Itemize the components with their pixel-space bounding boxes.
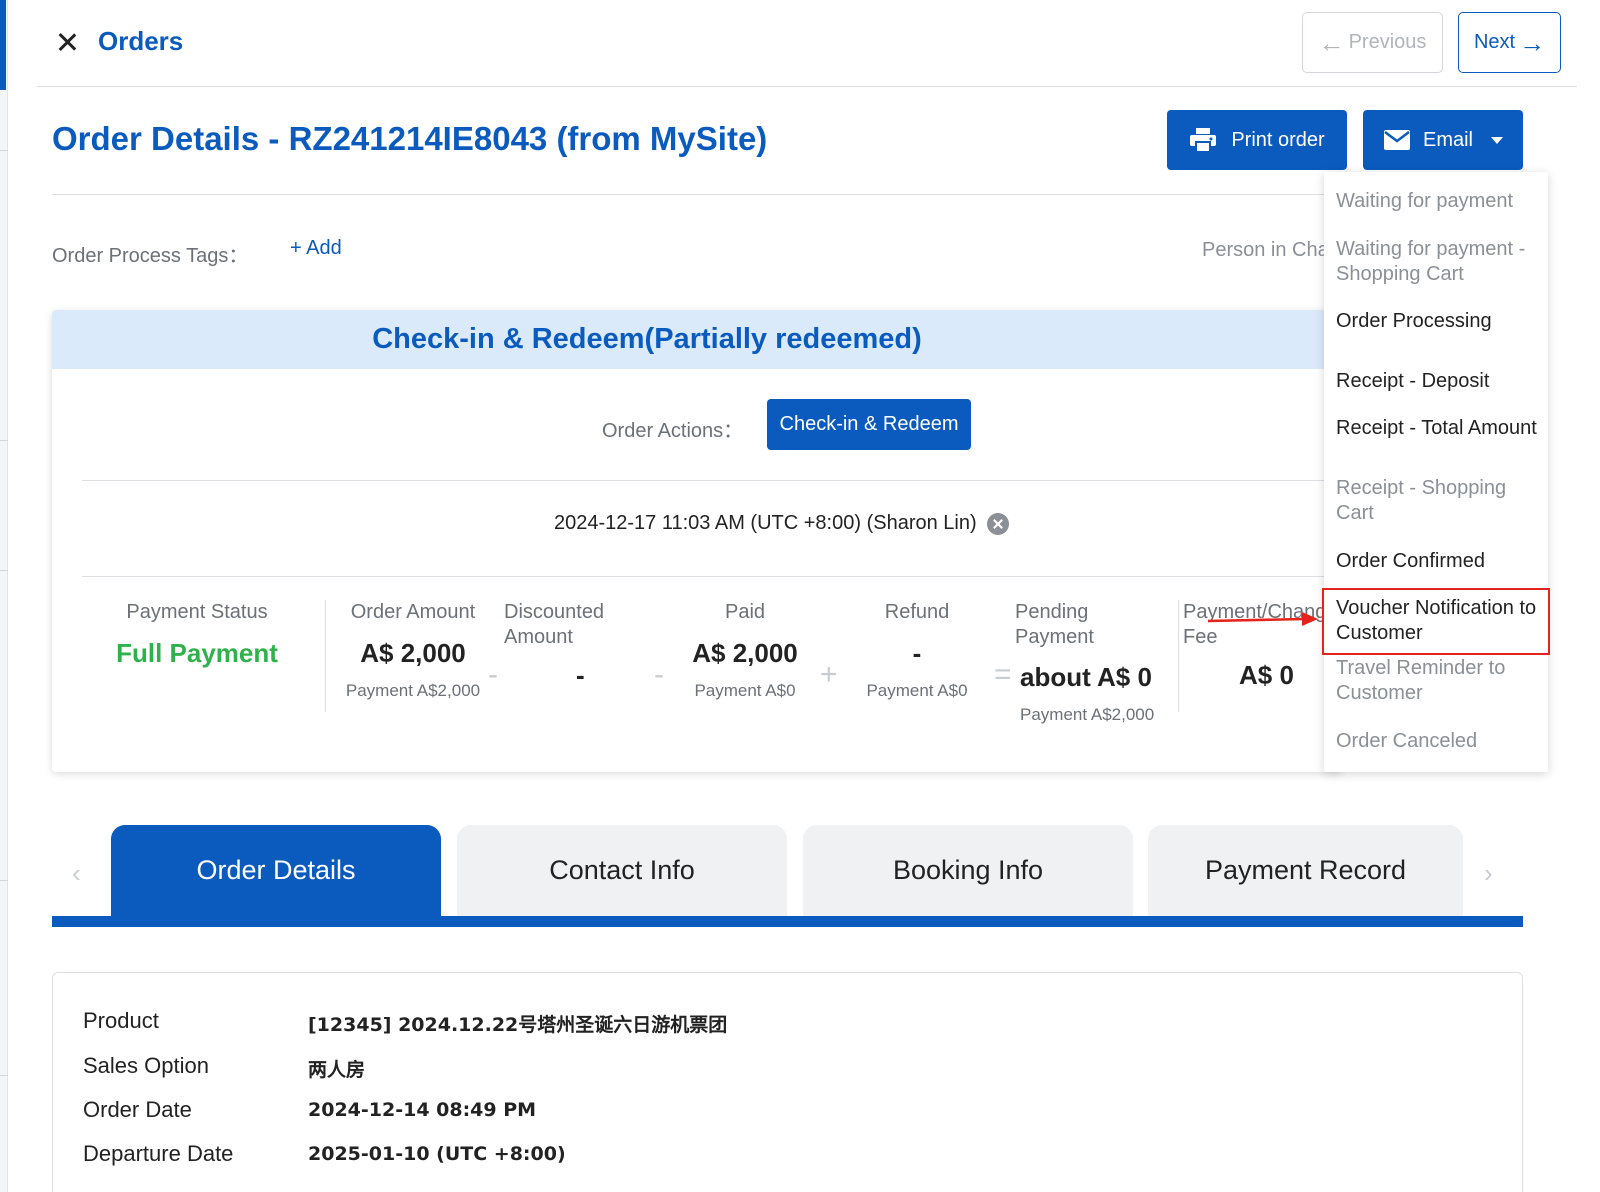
discounted-amount-col: Discounted Amount - <box>504 600 654 691</box>
tab-order-details[interactable]: Order Details <box>111 825 441 916</box>
email-label: Email <box>1422 128 1473 151</box>
caret-down-icon <box>1491 136 1503 144</box>
minus-operator: - <box>654 658 664 691</box>
pending-label-2: Payment <box>1015 626 1094 648</box>
detail-key: Order Date <box>83 1097 192 1122</box>
discounted-value: - <box>576 660 585 690</box>
print-order-button[interactable]: Print order <box>1167 110 1347 170</box>
fee-value: A$ 0 <box>1239 660 1294 690</box>
detail-key: Departure Date <box>83 1141 234 1166</box>
payment-status-col: Payment Status Full Payment <box>72 600 322 669</box>
order-status-card: Check-in & Redeem(Partially redeemed) Or… <box>52 310 1342 772</box>
tab-booking-info[interactable]: Booking Info <box>803 825 1133 916</box>
menu-item-order-processing[interactable]: Order Processing <box>1336 309 1542 334</box>
paid-value: A$ 2,000 <box>692 638 798 668</box>
order-amount-col: Order Amount A$ 2,000 Payment A$2,000 <box>338 600 488 701</box>
tab-underline <box>52 916 1523 927</box>
left-panel-divider <box>0 570 8 571</box>
menu-item-receipt-deposit[interactable]: Receipt - Deposit <box>1336 369 1542 394</box>
pointer-arrow-icon <box>1208 612 1318 626</box>
pending-payment-col: Pending Payment about A$ 0 Payment A$2,0… <box>1015 600 1175 725</box>
payment-status-label: Payment Status <box>126 601 268 623</box>
top-bar: Orders ← Previous Next → <box>37 0 1577 87</box>
checkin-redeem-button[interactable]: Check-in & Redeem <box>767 399 971 450</box>
order-process-tags-label: Order Process Tags： <box>52 245 249 267</box>
close-icon[interactable] <box>55 30 79 54</box>
detail-key: Product <box>83 1008 159 1033</box>
order-details-card: Product [12345] 2024.12.22号塔州圣诞六日游机票团 Sa… <box>52 972 1523 1192</box>
column-divider <box>325 600 326 712</box>
refund-label: Refund <box>884 601 950 623</box>
equals-operator: = <box>994 658 1012 691</box>
menu-item-waiting-for-payment-cart[interactable]: Waiting for payment - Shopping Cart <box>1336 237 1542 287</box>
person-in-charge-label: Person in Charge <box>1202 239 1324 261</box>
next-button[interactable]: Next → <box>1458 12 1561 73</box>
paid-label: Paid <box>724 601 766 623</box>
redeem-record: 2024-12-17 11:03 AM (UTC +8:00) (Sharon … <box>554 512 1009 535</box>
email-template-menu: Waiting for payment Waiting for payment … <box>1324 172 1548 772</box>
previous-label: Previous <box>1348 31 1427 53</box>
status-banner-text: Check-in & Redeem(Partially redeemed) <box>372 323 922 355</box>
tabs-scroll-right-icon[interactable]: › <box>1484 858 1493 889</box>
pending-sub: Payment A$2,000 <box>1020 705 1155 724</box>
card-divider <box>82 480 1342 481</box>
mail-icon <box>1383 130 1410 150</box>
detail-value: 2024-12-14 08:49 PM <box>308 1099 537 1121</box>
left-panel-divider <box>0 880 8 881</box>
tabs-scroll-left-icon[interactable]: ‹ <box>72 858 81 889</box>
detail-key: Sales Option <box>83 1053 209 1078</box>
arrow-right-icon: → <box>1519 27 1546 58</box>
tab-contact-info[interactable]: Contact Info <box>457 825 787 916</box>
menu-item-order-confirmed[interactable]: Order Confirmed <box>1336 549 1542 574</box>
highlight-box <box>1322 588 1550 655</box>
menu-item-waiting-for-payment[interactable]: Waiting for payment <box>1336 189 1542 214</box>
printer-icon <box>1190 128 1217 153</box>
paid-sub: Payment A$0 <box>694 681 796 700</box>
order-actions-label: Order Actions： <box>602 420 744 442</box>
x-circle-icon[interactable] <box>986 512 1009 535</box>
minus-operator: - <box>488 658 498 691</box>
order-amount-value: A$ 2,000 <box>360 638 466 668</box>
refund-sub: Payment A$0 <box>866 681 968 700</box>
payment-status-value: Full Payment <box>116 638 278 668</box>
left-panel-accent <box>0 0 6 90</box>
detail-value: 两人房 <box>308 1059 366 1081</box>
pending-label: Pending <box>1015 601 1089 623</box>
menu-item-travel-reminder[interactable]: Travel Reminder to Customer <box>1336 656 1542 706</box>
left-panel-edge <box>0 0 8 1192</box>
redeem-record-text: 2024-12-17 11:03 AM (UTC +8:00) (Sharon … <box>554 512 977 534</box>
discounted-label: Discounted <box>504 601 605 623</box>
menu-item-receipt-cart[interactable]: Receipt - Shopping Cart <box>1336 476 1542 526</box>
arrow-left-icon: ← <box>1318 27 1345 58</box>
add-tag-link[interactable]: + Add <box>290 237 342 260</box>
refund-value: - <box>912 638 922 668</box>
print-order-label: Print order <box>1231 128 1325 151</box>
next-label: Next <box>1473 31 1516 53</box>
page-title: Order Details - RZ241214IE8043 (from MyS… <box>52 120 768 157</box>
email-button[interactable]: Email <box>1363 110 1523 170</box>
pending-value: about A$ 0 <box>1020 662 1152 692</box>
left-panel-divider <box>0 150 8 151</box>
left-panel-divider <box>0 1075 8 1076</box>
left-panel-divider <box>0 440 8 441</box>
detail-value: 2025-01-10 (UTC +8:00) <box>308 1143 566 1165</box>
order-amount-sub: Payment A$2,000 <box>345 681 481 700</box>
plus-operator: + <box>820 658 838 691</box>
status-banner: Check-in & Redeem(Partially redeemed) <box>52 310 1342 369</box>
column-divider <box>1178 600 1179 712</box>
discounted-label-2: Amount <box>504 626 573 648</box>
card-divider <box>82 576 1342 577</box>
menu-item-order-canceled[interactable]: Order Canceled <box>1336 729 1542 754</box>
previous-button[interactable]: ← Previous <box>1302 12 1443 73</box>
header-divider <box>52 194 1342 195</box>
tab-payment-record[interactable]: Payment Record <box>1148 825 1463 916</box>
detail-value: [12345] 2024.12.22号塔州圣诞六日游机票团 <box>308 1014 728 1036</box>
menu-item-receipt-total[interactable]: Receipt - Total Amount <box>1336 416 1542 441</box>
orders-title: Orders <box>98 26 184 56</box>
order-amount-label: Order Amount <box>350 601 476 623</box>
paid-col: Paid A$ 2,000 Payment A$0 <box>670 600 820 701</box>
refund-col: Refund - Payment A$0 <box>842 600 992 701</box>
